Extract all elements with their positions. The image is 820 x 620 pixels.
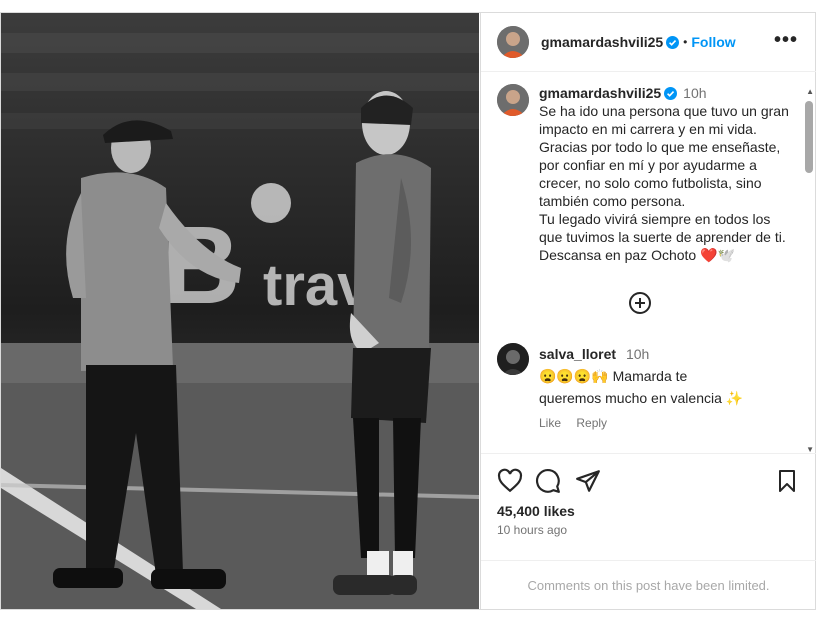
caption: gmamardashvili25 10h Se ha ido una person…: [497, 84, 797, 264]
load-more-comments-icon[interactable]: [629, 292, 651, 314]
comment-text-line2: queremos mucho en valencia: [539, 390, 722, 406]
verified-badge-icon: [664, 87, 678, 100]
photo-illustration: B travel: [1, 13, 479, 609]
comment-bubble-icon[interactable]: [535, 468, 561, 494]
caption-body: Se ha ido una persona que tuvo un gran i…: [539, 103, 789, 263]
commenter-username[interactable]: salva_lloret: [539, 346, 616, 362]
caption-emoji: ❤️🕊️: [700, 247, 735, 263]
caption-username[interactable]: gmamardashvili25: [539, 85, 661, 101]
comment-like-button[interactable]: Like: [539, 416, 561, 430]
post-dialog: B travel: [0, 12, 816, 610]
comment-item: salva_lloret 10h 😦😦😦🙌 Mamarda te queremo…: [497, 343, 787, 434]
caption-avatar[interactable]: [497, 84, 529, 116]
author-avatar[interactable]: [497, 26, 529, 58]
likes-count[interactable]: 45,400 likes: [497, 503, 575, 519]
comment-emoji-suffix: ✨: [725, 390, 744, 406]
more-options-icon[interactable]: •••: [774, 29, 798, 52]
save-bookmark-icon[interactable]: [775, 468, 799, 494]
comments-panel[interactable]: gmamardashvili25 10h Se ha ido una person…: [481, 72, 816, 452]
commenter-avatar[interactable]: [497, 343, 529, 375]
comment-reply-button[interactable]: Reply: [576, 416, 607, 430]
comments-scrollbar-thumb[interactable]: [805, 101, 813, 173]
post-photo[interactable]: B travel: [1, 13, 479, 609]
like-heart-icon[interactable]: [497, 468, 523, 494]
comment-time: 10h: [625, 346, 650, 362]
verified-badge-icon: [666, 35, 680, 49]
post-sidebar: gmamardashvili25 • Follow ••• gmamardash…: [480, 13, 816, 609]
post-timestamp[interactable]: 10 hours ago: [497, 523, 567, 537]
comments-limited-notice: Comments on this post have been limited.: [481, 560, 816, 610]
follow-button[interactable]: Follow: [691, 34, 735, 50]
post-actions: 45,400 likes 10 hours ago: [481, 453, 816, 574]
comment-text-line1: Mamarda te: [612, 368, 688, 384]
scroll-up-arrow-icon[interactable]: ▲: [806, 87, 814, 96]
comment-emoji-prefix: 😦😦😦🙌: [539, 368, 609, 384]
header-separator: •: [683, 35, 688, 49]
post-header: gmamardashvili25 • Follow •••: [481, 13, 816, 72]
author-username[interactable]: gmamardashvili25: [541, 34, 663, 50]
caption-text: Se ha ido una persona que tuvo un gran i…: [539, 102, 797, 264]
share-send-icon[interactable]: [575, 468, 601, 494]
caption-time: 10h: [683, 85, 707, 101]
